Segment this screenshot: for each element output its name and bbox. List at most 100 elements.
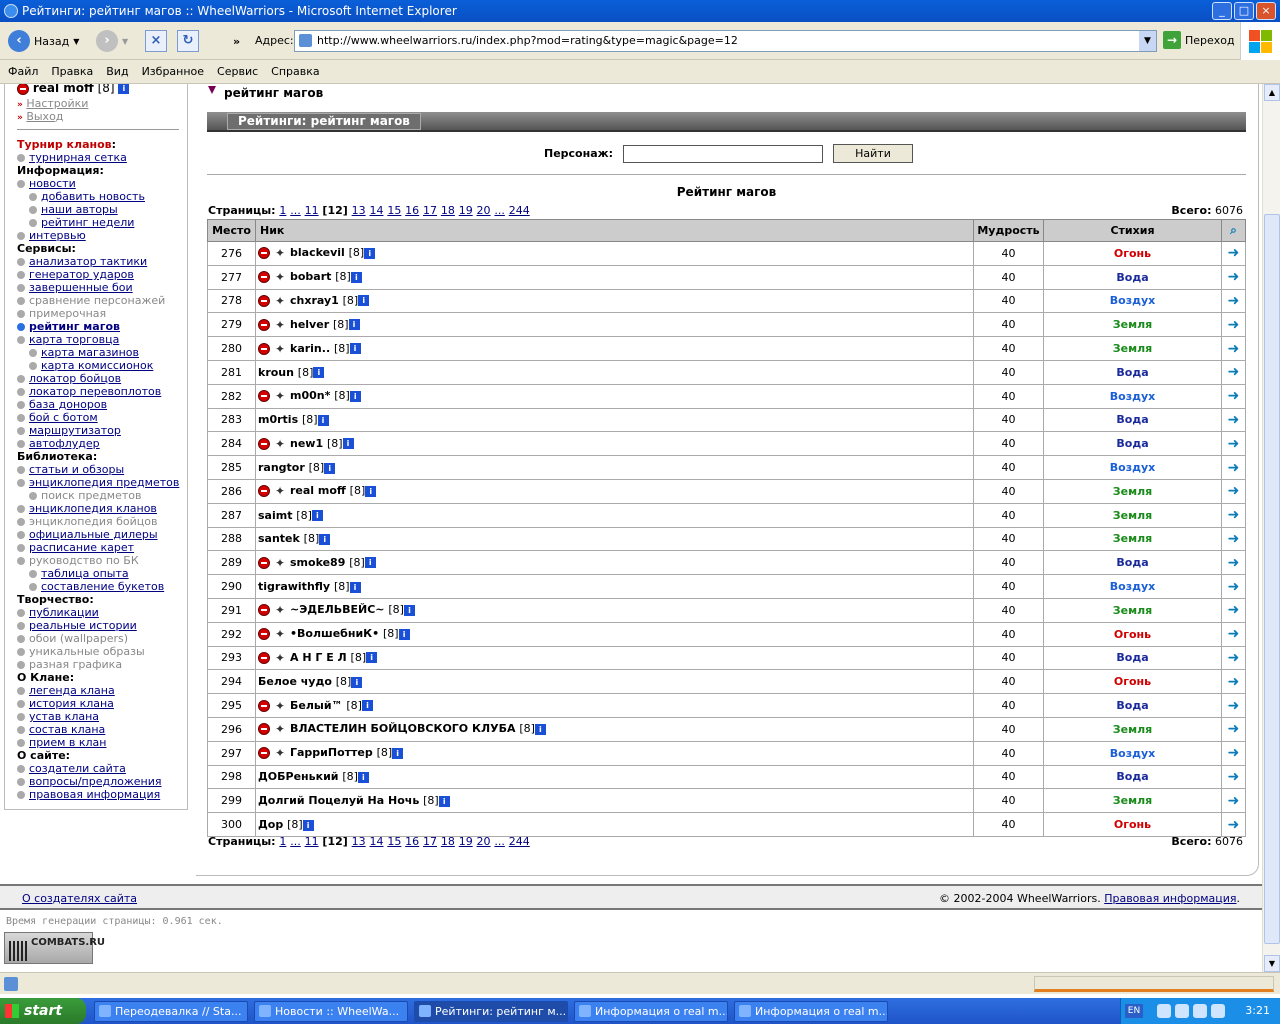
clan-emblem-icon[interactable]: ✦ bbox=[270, 484, 290, 498]
page-link[interactable]: 19 bbox=[459, 835, 473, 848]
info-icon[interactable]: i bbox=[358, 295, 370, 307]
info-icon[interactable]: i bbox=[319, 533, 331, 545]
clan-history-link[interactable]: история клана bbox=[29, 697, 114, 710]
character-search-input[interactable] bbox=[623, 144, 823, 163]
clan-icon[interactable] bbox=[258, 485, 270, 498]
address-bar[interactable]: http://www.wheelwarriors.ru/index.php?mo… bbox=[294, 30, 1157, 52]
info-icon[interactable]: i bbox=[351, 676, 363, 688]
info-icon[interactable]: i bbox=[364, 247, 376, 259]
page-link[interactable]: 17 bbox=[423, 204, 437, 217]
arrow-right-icon[interactable]: ➜ bbox=[1226, 627, 1242, 641]
menu-help[interactable]: Справка bbox=[271, 65, 319, 78]
arrow-right-icon[interactable]: ➜ bbox=[1226, 342, 1242, 356]
page-link[interactable]: 17 bbox=[423, 835, 437, 848]
info-icon[interactable]: i bbox=[302, 819, 314, 831]
info-icon[interactable]: i bbox=[534, 723, 546, 735]
col-place[interactable]: Место bbox=[207, 219, 256, 242]
arrow-right-icon[interactable]: ➜ bbox=[1226, 437, 1242, 451]
back-dropdown-icon[interactable]: ▼ bbox=[73, 37, 79, 46]
page-link[interactable]: 15 bbox=[387, 835, 401, 848]
mage-rating-link[interactable]: рейтинг магов bbox=[29, 320, 120, 333]
arrow-right-icon[interactable]: ➜ bbox=[1226, 413, 1242, 427]
clans-encyclopedia-link[interactable]: энциклопедия кланов bbox=[29, 502, 157, 515]
taskbar-item[interactable]: Переодевалка // Sta... bbox=[94, 1001, 248, 1022]
tray-icon[interactable] bbox=[1157, 1004, 1171, 1018]
arrow-right-icon[interactable]: ➜ bbox=[1226, 484, 1242, 498]
info-icon[interactable]: i bbox=[349, 343, 361, 355]
info-icon[interactable]: i bbox=[349, 581, 361, 593]
donor-base-link[interactable]: база доноров bbox=[29, 398, 107, 411]
fighter-locator-link[interactable]: локатор бойцов bbox=[29, 372, 121, 385]
page-link[interactable]: 20 bbox=[477, 835, 491, 848]
info-icon[interactable]: i bbox=[398, 628, 410, 640]
router-link[interactable]: маршрутизатор bbox=[29, 424, 121, 437]
info-icon[interactable]: i bbox=[364, 557, 376, 569]
info-icon[interactable]: i bbox=[311, 510, 323, 522]
arrow-right-icon[interactable]: ➜ bbox=[1226, 389, 1242, 403]
page-link[interactable]: 244 bbox=[509, 204, 530, 217]
clan-icon[interactable] bbox=[258, 723, 270, 736]
page-link[interactable]: 18 bbox=[441, 835, 455, 848]
clan-emblem-icon[interactable]: ✦ bbox=[270, 294, 290, 308]
page-link[interactable]: ... bbox=[290, 204, 301, 217]
transform-locator-link[interactable]: локатор перевоплотов bbox=[29, 385, 161, 398]
clan-charter-link[interactable]: устав клана bbox=[29, 710, 99, 723]
clan-icon[interactable] bbox=[258, 390, 270, 403]
go-button[interactable]: → Переход bbox=[1163, 31, 1235, 49]
page-link[interactable]: 19 bbox=[459, 204, 473, 217]
clan-emblem-icon[interactable]: ✦ bbox=[270, 437, 290, 451]
info-icon[interactable]: i bbox=[361, 700, 373, 712]
arrow-right-icon[interactable]: ➜ bbox=[1226, 651, 1242, 665]
info-icon[interactable]: i bbox=[366, 652, 378, 664]
clan-icon[interactable] bbox=[258, 651, 270, 664]
site-creators-link[interactable]: создатели сайта bbox=[29, 762, 126, 775]
arrow-right-icon[interactable]: ➜ bbox=[1226, 294, 1242, 308]
stop-button[interactable]: × bbox=[145, 28, 167, 54]
start-button[interactable]: start bbox=[0, 998, 86, 1024]
clan-icon[interactable] bbox=[258, 604, 270, 617]
dealers-link[interactable]: официальные дилеры bbox=[29, 528, 158, 541]
arrow-right-icon[interactable]: ➜ bbox=[1226, 699, 1242, 713]
info-icon[interactable]: i bbox=[118, 84, 130, 94]
page-link[interactable]: 13 bbox=[352, 204, 366, 217]
refresh-button[interactable]: ↻ bbox=[177, 28, 199, 54]
clan-icon[interactable] bbox=[258, 247, 270, 260]
info-icon[interactable]: i bbox=[392, 747, 404, 759]
news-link[interactable]: новости bbox=[29, 177, 76, 190]
clan-icon[interactable] bbox=[258, 628, 270, 641]
page-link[interactable]: 244 bbox=[509, 835, 530, 848]
info-icon[interactable]: i bbox=[349, 390, 361, 402]
trader-map-link[interactable]: карта торговца bbox=[29, 333, 119, 346]
autoflooder-link[interactable]: автофлудер bbox=[29, 437, 100, 450]
page-link[interactable]: 15 bbox=[387, 204, 401, 217]
arrow-right-icon[interactable]: ➜ bbox=[1226, 675, 1242, 689]
menu-favorites[interactable]: Избранное bbox=[142, 65, 204, 78]
week-rating-link[interactable]: рейтинг недели bbox=[41, 216, 134, 229]
col-search[interactable]: ⌕ bbox=[1221, 219, 1246, 242]
tournament-grid-link[interactable]: турнирная сетка bbox=[29, 151, 127, 164]
menu-file[interactable]: Файл bbox=[8, 65, 38, 78]
commission-map-link[interactable]: карта комиссионок bbox=[41, 359, 153, 372]
arrow-right-icon[interactable]: ➜ bbox=[1226, 818, 1242, 832]
feedback-link[interactable]: вопросы/предложения bbox=[29, 775, 162, 788]
clan-emblem-icon[interactable]: ✦ bbox=[270, 699, 290, 713]
finished-battles-link[interactable]: завершенные бои bbox=[29, 281, 133, 294]
logout-link[interactable]: Выход bbox=[26, 110, 63, 123]
clan-icon[interactable] bbox=[258, 699, 270, 712]
clan-icon[interactable] bbox=[258, 318, 270, 331]
vertical-scrollbar[interactable]: ▲ ▼ bbox=[1262, 84, 1280, 972]
scroll-down-arrow[interactable]: ▼ bbox=[1264, 955, 1280, 972]
page-link[interactable]: 1 bbox=[279, 835, 286, 848]
tray-icon[interactable] bbox=[1175, 1004, 1189, 1018]
page-link[interactable]: 18 bbox=[441, 204, 455, 217]
clan-icon[interactable] bbox=[258, 556, 270, 569]
bouquets-link[interactable]: составление букетов bbox=[41, 580, 164, 593]
find-button[interactable]: Найти bbox=[833, 144, 913, 163]
clan-members-link[interactable]: состав клана bbox=[29, 723, 105, 736]
articles-link[interactable]: статьи и обзоры bbox=[29, 463, 124, 476]
clan-legend-link[interactable]: легенда клана bbox=[29, 684, 115, 697]
clan-emblem-icon[interactable]: ✦ bbox=[270, 603, 290, 617]
arrow-right-icon[interactable]: ➜ bbox=[1226, 270, 1242, 284]
about-creators-link[interactable]: О создателях сайта bbox=[22, 892, 137, 905]
page-link[interactable]: 14 bbox=[369, 835, 383, 848]
